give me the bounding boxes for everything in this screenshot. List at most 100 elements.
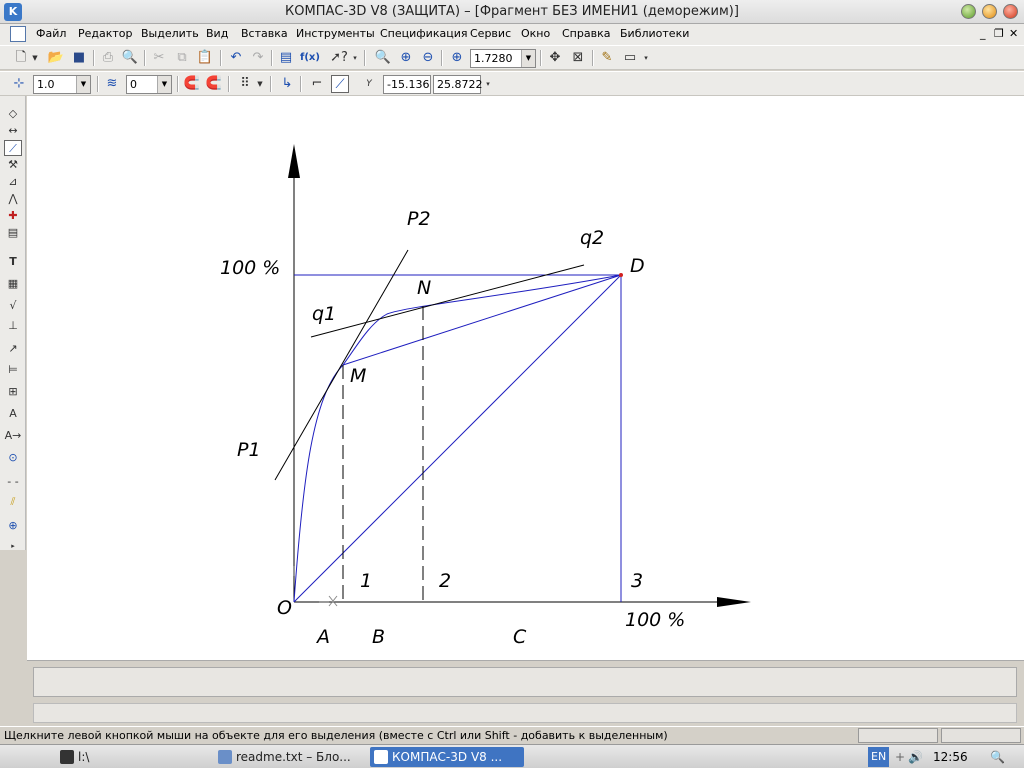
keyboard-layout-indicator[interactable]: EN [868, 747, 890, 767]
zoom-out-icon[interactable]: ⊖ [419, 49, 437, 67]
drawing-svg[interactable]: 100 % 100 % P2 P1 q1 q2 D N M O 1 2 3 A … [27, 96, 1024, 660]
tangent-q-line [310, 264, 585, 338]
print-icon[interactable]: ⎙ [99, 49, 117, 67]
paste-icon[interactable]: 📋 [196, 49, 214, 67]
menu-service[interactable]: Сервис [470, 27, 511, 40]
library-icon[interactable]: ✚ [4, 208, 22, 224]
menu-libraries[interactable]: Библиотеки [620, 27, 689, 40]
base-icon[interactable]: ⊥ [4, 318, 22, 334]
parametrization-icon[interactable]: ⚒ [4, 157, 22, 173]
label-q2: q2 [580, 227, 604, 249]
zoom-combo[interactable]: 1.7280 ▼ [470, 49, 536, 68]
help-pointer-icon[interactable]: ➚? [330, 49, 348, 67]
label-100-right: 100 % [625, 609, 685, 631]
hatch-icon[interactable]: ⫽ [4, 494, 22, 510]
tray-plus-icon[interactable]: + [895, 747, 905, 767]
menu-view[interactable]: Вид [206, 27, 228, 40]
mark-icon[interactable]: A [4, 406, 22, 422]
left-empty-area [0, 550, 26, 660]
maximize-button[interactable] [982, 4, 997, 19]
local-cs-icon[interactable]: ↳ [278, 75, 296, 93]
menu-insert[interactable]: Вставка [241, 27, 288, 40]
view-arrow-icon[interactable]: A→ [4, 428, 22, 444]
display-icon[interactable]: ▭ [621, 49, 639, 67]
document-icon[interactable] [10, 26, 26, 42]
minimize-button[interactable] [961, 4, 976, 19]
point-d-marker [619, 273, 623, 277]
clock[interactable]: 12:56 [933, 747, 968, 767]
position-icon[interactable]: ⊞ [4, 384, 22, 400]
select-icon[interactable]: ⋀ [4, 191, 22, 207]
volume-icon[interactable]: 🔊 [908, 747, 923, 767]
cut-icon[interactable]: ✂ [150, 49, 168, 67]
coord-y-field[interactable]: 25.8722 [433, 75, 483, 94]
search-icon[interactable]: 🔍 [990, 747, 1005, 767]
new-dropdown-icon[interactable]: ▼ [30, 49, 40, 67]
redo-icon[interactable]: ↷ [249, 49, 267, 67]
layer-combo[interactable]: 0 ▼ [126, 75, 172, 94]
layers-icon[interactable]: ≋ [103, 75, 121, 93]
close-button[interactable] [1003, 4, 1018, 19]
print-preview-icon[interactable]: 🔍 [121, 49, 139, 67]
start-menu-icon[interactable] [18, 748, 38, 766]
menu-help[interactable]: Справка [562, 27, 610, 40]
cursor-step-combo[interactable]: 1.0 ▼ [33, 75, 91, 94]
drawing-canvas[interactable]: 100 % 100 % P2 P1 q1 q2 D N M O 1 2 3 A … [27, 96, 1024, 660]
menu-tools[interactable]: Инструменты [296, 27, 375, 40]
section-icon[interactable]: ⊙ [4, 450, 22, 466]
menu-specification[interactable]: Спецификация [380, 27, 467, 40]
compact-panel: ◇ ↔ ⟋ ⚒ ⊿ ⋀ ✚ ▤ T ▦ √ ⊥ ↗ ⊨ ⊞ A A→ ⊙ - -… [0, 96, 26, 550]
rough-icon[interactable]: √ [4, 298, 22, 314]
label-3: 3 [631, 570, 643, 592]
center-mark-icon[interactable]: ⊕ [4, 518, 22, 534]
coord-x-field[interactable]: -15.136 [383, 75, 431, 94]
zoom-dropdown-icon[interactable]: ▼ [521, 50, 535, 67]
leader-icon[interactable]: ↗ [4, 341, 22, 357]
manager-icon[interactable]: ▤ [277, 49, 295, 67]
axis-line-icon[interactable]: - - [4, 474, 22, 490]
toolbar-more-icon[interactable]: ▾ [350, 49, 360, 67]
mdi-close-icon[interactable]: ✕ [1009, 27, 1018, 40]
mdi-restore-icon[interactable]: ❐ [994, 27, 1004, 40]
task-terminal[interactable]: l:\ [56, 747, 206, 767]
zoom-scale-icon[interactable]: ⊕ [448, 49, 466, 67]
zoom-in-icon[interactable]: ⊕ [397, 49, 415, 67]
save-icon[interactable]: ■ [70, 49, 88, 67]
layer-dropdown-icon[interactable]: ▼ [157, 76, 171, 93]
tolerance-icon[interactable]: ⊨ [4, 362, 22, 378]
task-kompas[interactable]: КОМПАС-3D V8 ... [370, 747, 524, 767]
snap-magnet-icon[interactable]: 🧲 [183, 75, 201, 93]
menu-window[interactable]: Окно [521, 27, 550, 40]
function-icon[interactable]: f(x) [300, 49, 320, 67]
measure-icon[interactable]: ⊿ [4, 174, 22, 190]
mdi-minimize-icon[interactable]: _ [980, 27, 986, 40]
edit-icon[interactable]: ⟋ [4, 140, 22, 156]
new-document-icon[interactable]: 🗋 [12, 49, 30, 67]
grid-dropdown-icon[interactable]: ▼ [255, 75, 265, 93]
menu-select[interactable]: Выделить [141, 27, 199, 40]
undo-icon[interactable]: ↶ [227, 49, 245, 67]
menu-editor[interactable]: Редактор [78, 27, 133, 40]
step-cursor-icon[interactable]: ⊹ [10, 75, 28, 93]
spec-icon[interactable]: ▤ [4, 225, 22, 241]
show-all-icon[interactable]: ⊠ [569, 49, 587, 67]
round-icon[interactable]: ⟋ [331, 75, 349, 93]
label-2: 2 [439, 570, 451, 592]
dimensions-icon[interactable]: ↔ [4, 123, 22, 139]
geometry-icon[interactable]: ◇ [4, 106, 22, 122]
open-folder-icon[interactable]: 📂 [47, 49, 65, 67]
text-icon[interactable]: T [4, 254, 22, 270]
task-readme[interactable]: readme.txt – Бло... [214, 747, 364, 767]
menu-file[interactable]: Файл [36, 27, 66, 40]
toolbar-more-icon-3[interactable]: ▾ [483, 75, 493, 93]
refresh-icon[interactable]: ✎ [598, 49, 616, 67]
cursor-step-dropdown-icon[interactable]: ▼ [76, 76, 90, 93]
local-snap-icon[interactable]: 🧲 [205, 75, 223, 93]
zoom-window-icon[interactable]: 🔍 [374, 49, 392, 67]
grid-icon[interactable]: ⠿ [236, 75, 254, 93]
copy-icon[interactable]: ⧉ [173, 49, 191, 67]
pan-icon[interactable]: ✥ [546, 49, 564, 67]
toolbar-more-icon-2[interactable]: ▾ [641, 49, 651, 67]
ortho-icon[interactable]: ⌐ [308, 75, 326, 93]
table-icon[interactable]: ▦ [4, 276, 22, 292]
